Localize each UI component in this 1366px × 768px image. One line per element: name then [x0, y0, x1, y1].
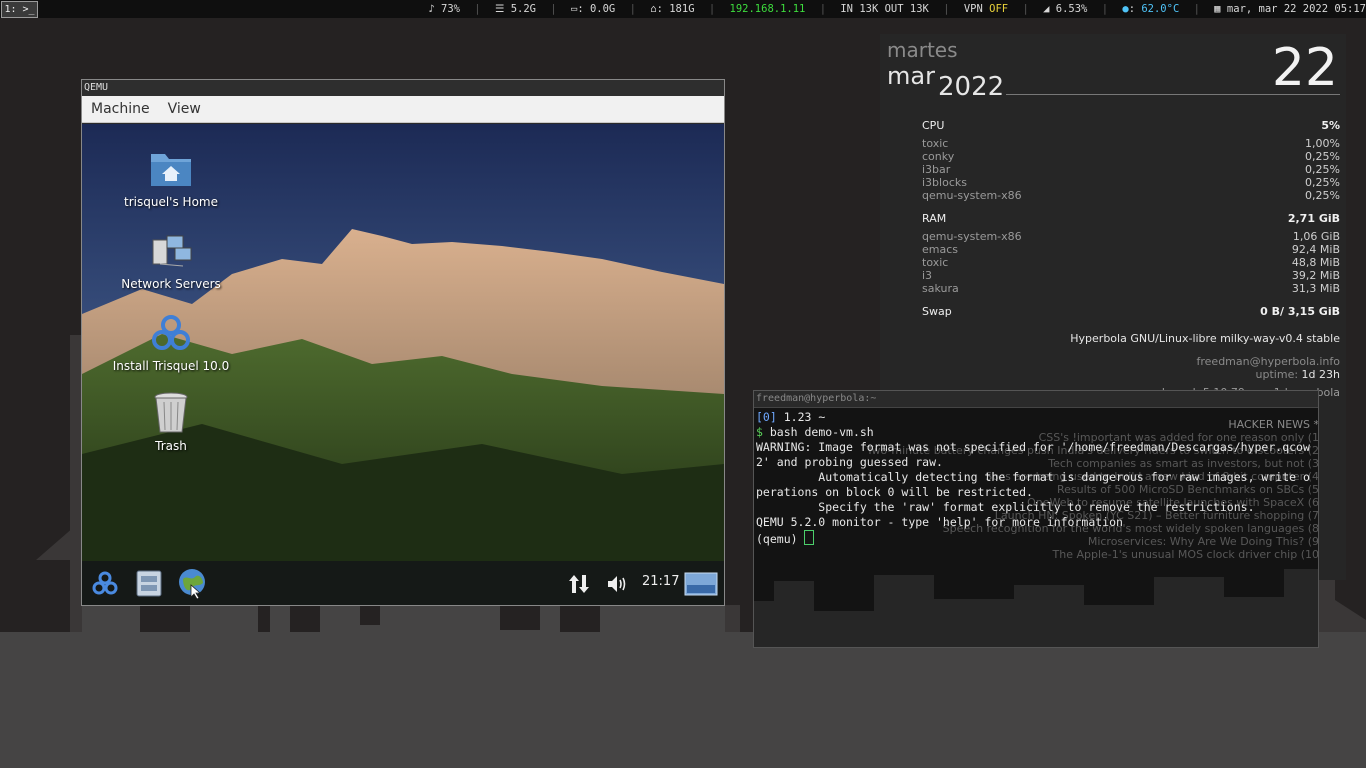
divider — [1006, 94, 1340, 95]
window-title[interactable]: QEMU — [82, 80, 724, 96]
desktop-icon-label: trisquel's Home — [124, 195, 218, 209]
menu-bar: Machine View — [82, 96, 724, 123]
command-line: $ bash demo-vm.sh — [756, 425, 874, 439]
os-info: Hyperbola GNU/Linux-libre milky-way-v0.4… — [1070, 332, 1340, 345]
desktop-icon-label: Trash — [155, 439, 187, 453]
menu-machine[interactable]: Machine — [82, 96, 159, 122]
cpu-proc-row: toxic 1,00% — [922, 137, 1340, 150]
ram-proc-row: qemu-system-x86 1,06 GiB — [922, 230, 1340, 243]
cpu-proc-row: i3blocks 0,25% — [922, 176, 1340, 189]
separator: | — [943, 3, 950, 15]
drive-icon: ▭ — [570, 3, 578, 15]
network-arrows-icon[interactable] — [567, 573, 591, 595]
ip-status: 192.168.1.11 — [729, 3, 806, 15]
conky-year: 2022 — [938, 72, 1005, 102]
folder-home-icon — [151, 154, 191, 186]
database-icon: ☰ — [494, 3, 505, 15]
separator: | — [629, 3, 636, 15]
calendar-icon: ▦ — [1214, 3, 1221, 15]
home-icon: ⌂ — [650, 3, 657, 15]
guest-display[interactable]: trisquel's Home Network Servers Install … — [82, 124, 724, 605]
text-cursor — [804, 530, 815, 545]
ram-proc-row: emacs 92,4 MiB — [922, 243, 1340, 256]
output-line: QEMU 5.2.0 monitor - type 'help' for mor… — [756, 515, 1123, 529]
ram-proc-row: toxic 48,8 MiB — [922, 256, 1340, 269]
top-status-bar: 1: >_ ♪ 73% | ☰ 5.2G | ▭: 0.0G | ⌂: 181G… — [0, 0, 1366, 18]
separator: | — [1101, 3, 1109, 15]
cpu-header: CPU 5% — [922, 119, 1340, 132]
swap-row: Swap 0 B/ 3,15 GiB — [922, 305, 1340, 318]
ram-proc-row: i3 39,2 MiB — [922, 269, 1340, 282]
separator: | — [550, 3, 557, 15]
separator: | — [1193, 3, 1200, 15]
cpu-status: ◢ 6.53% — [1043, 3, 1088, 15]
desktop-icon-home[interactable]: trisquel's Home — [111, 150, 231, 209]
qemu-window[interactable]: QEMU Machine View trisquel's Home Networ… — [81, 79, 725, 606]
desktop-icon-label: Install Trisquel 10.0 — [112, 359, 230, 373]
separator: | — [708, 3, 716, 15]
terminal-wallpaper-skyline — [754, 569, 1318, 647]
web-browser-icon[interactable] — [177, 567, 209, 599]
network-traffic: IN 13K OUT 13K — [840, 3, 929, 15]
hn-item: The Apple-1's unusual MOS clock driver c… — [1052, 548, 1319, 561]
trisquel-menu-icon[interactable] — [90, 568, 120, 598]
conky-month: mar — [887, 62, 935, 90]
conky-dayname: martes — [887, 38, 958, 62]
cpu-proc-row: conky 0,25% — [922, 150, 1340, 163]
desktop-icon-label: Network Servers — [121, 277, 221, 291]
prompt-line: [0] 1.23 ~ — [756, 410, 826, 424]
datetime-status[interactable]: ▦ mar, mar 22 2022 05:17 — [1214, 3, 1366, 15]
disk-home-status: ⌂: 181G — [650, 3, 695, 15]
output-line: Specify the 'raw' format explicitly to r… — [756, 500, 1255, 514]
output-line: WARNING: Image format was not specified … — [756, 440, 1310, 454]
ram-header: RAM 2,71 GiB — [922, 212, 1340, 225]
guest-taskbar: 21:17 — [82, 561, 724, 605]
monitor-prompt[interactable]: (qemu) — [756, 530, 815, 546]
trash-icon — [154, 392, 188, 433]
show-desktop-icon[interactable] — [684, 571, 718, 597]
terminal-window[interactable]: freedman@hyperbola:~ HACKER NEWS * CSS's… — [753, 390, 1319, 648]
ram-proc-row: sakura 31,3 MiB — [922, 282, 1340, 295]
desktop-icon-trash[interactable]: Trash — [111, 390, 231, 453]
disk-a-status: ▭: 0.0G — [570, 3, 616, 15]
volume-icon[interactable] — [606, 573, 630, 595]
cpu-proc-row: i3bar 0,25% — [922, 163, 1340, 176]
separator: | — [1022, 3, 1029, 15]
workspace-button[interactable]: 1: >_ — [1, 1, 38, 18]
output-line: 2' and probing guessed raw. — [756, 455, 943, 469]
output-line: perations on block 0 will be restricted. — [756, 485, 1033, 499]
conky-daynum: 22 — [1271, 38, 1338, 98]
desktop-icon-network[interactable]: Network Servers — [111, 232, 231, 291]
terminal-output[interactable]: [0] 1.23 ~ $ bash demo-vm.sh WARNING: Im… — [754, 408, 1318, 549]
status-blocks: ♪ 73% | ☰ 5.2G | ▭: 0.0G | ⌂: 181G | 192… — [420, 0, 1366, 18]
volume-status[interactable]: ♪ 73% — [428, 3, 460, 15]
trisquel-logo-icon — [152, 315, 190, 350]
file-manager-icon[interactable] — [135, 568, 163, 598]
temperature-status: ●: 62.0°C — [1122, 3, 1180, 15]
separator: | — [474, 3, 481, 15]
menu-view[interactable]: View — [159, 96, 210, 122]
cpu-proc-row: qemu-system-x86 0,25% — [922, 189, 1340, 202]
guest-clock[interactable]: 21:17 — [642, 574, 679, 589]
desktop-icon-install[interactable]: Install Trisquel 10.0 — [111, 310, 231, 373]
separator: | — [819, 3, 827, 15]
drop-icon: ● — [1122, 3, 1129, 15]
user-info: freedman@hyperbola.info — [1196, 355, 1341, 368]
disk-root-status: ☰ 5.2G — [494, 3, 536, 15]
vpn-status[interactable]: VPN OFF — [964, 3, 1008, 15]
network-servers-icon — [152, 235, 192, 267]
output-line: Automatically detecting the format is da… — [756, 470, 1310, 484]
uptime-info: uptime: 1d 23h — [1255, 368, 1340, 381]
chart-icon: ◢ — [1043, 3, 1050, 15]
